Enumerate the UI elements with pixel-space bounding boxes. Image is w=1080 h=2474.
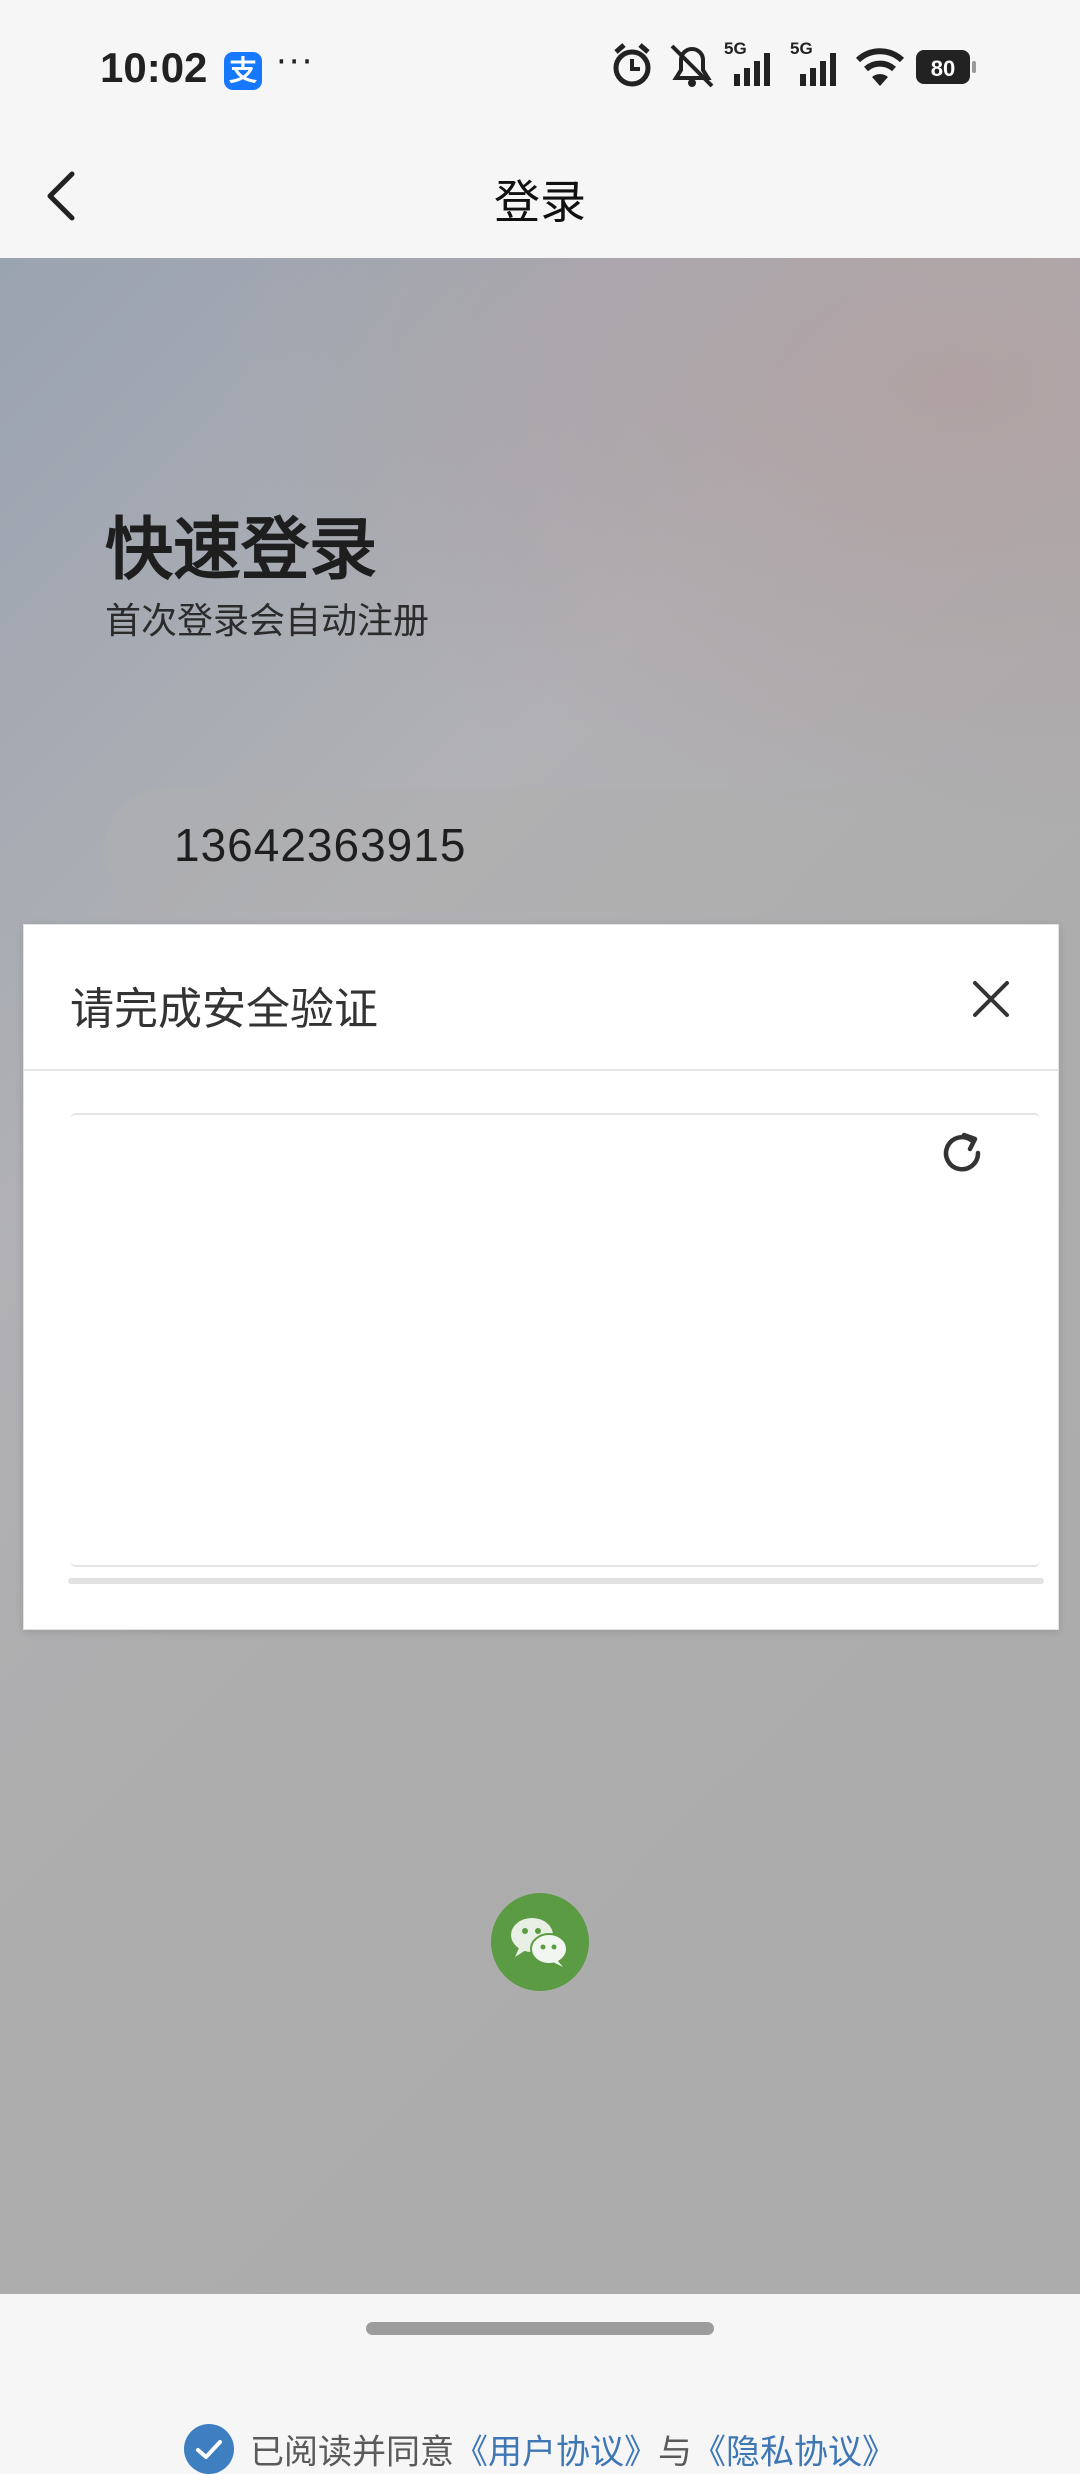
login-subline: 首次登录会自动注册 [105,601,430,642]
agreement-prefix: 已阅读并同意 [250,2432,454,2473]
status-time: 10:02 [100,44,208,91]
close-icon[interactable] [969,977,1013,1021]
signal-5g-icon: 5G [724,40,770,86]
signal-5g-icon: 5G [790,40,836,86]
status-icons: 5G 5G 80 [610,40,990,92]
svg-text:80: 80 [931,56,955,81]
wechat-icon [511,1918,568,1967]
svg-text:5G: 5G [724,40,747,58]
agree-checkbox[interactable] [184,2424,234,2474]
agreement-and: 与 [658,2432,692,2473]
wechat-login-button[interactable] [491,1893,589,1991]
phone-input[interactable]: 13642363915 [104,788,976,912]
dialog-title: 请完成安全验证 [70,984,378,1035]
svg-text:5G: 5G [790,40,813,58]
agreement-row: 已阅读并同意《用户协议》与《隐私协议》 [0,2424,1080,2474]
more-notifications-icon: ··· [276,42,315,82]
mute-icon [670,44,714,88]
home-indicator[interactable] [366,2322,714,2335]
alipay-icon: 支 [224,52,262,90]
checkmark-icon [196,2440,222,2459]
security-verification-dialog: 请完成安全验证 [23,924,1059,1630]
captcha-slider-track[interactable] [68,1578,1044,1584]
login-headline: 快速登录 [105,511,378,590]
page-title: 登录 [494,175,586,229]
captcha-image-area[interactable] [70,1113,1040,1567]
dialog-header: 请完成安全验证 [24,925,1058,1071]
wifi-icon [855,48,905,86]
user-agreement-link[interactable]: 《用户协议》 [454,2433,658,2473]
privacy-agreement-link[interactable]: 《隐私协议》 [692,2433,896,2473]
top-nav-bar: 登录 [0,140,1080,258]
bottom-gesture-area [0,2294,1080,2351]
refresh-icon[interactable] [936,1127,988,1179]
battery-icon: 80 [916,50,976,84]
status-bar: 10:02 支 ··· 5G 5G 80 [0,0,1080,140]
alarm-icon [613,43,651,87]
phone-value: 13642363915 [174,819,467,871]
